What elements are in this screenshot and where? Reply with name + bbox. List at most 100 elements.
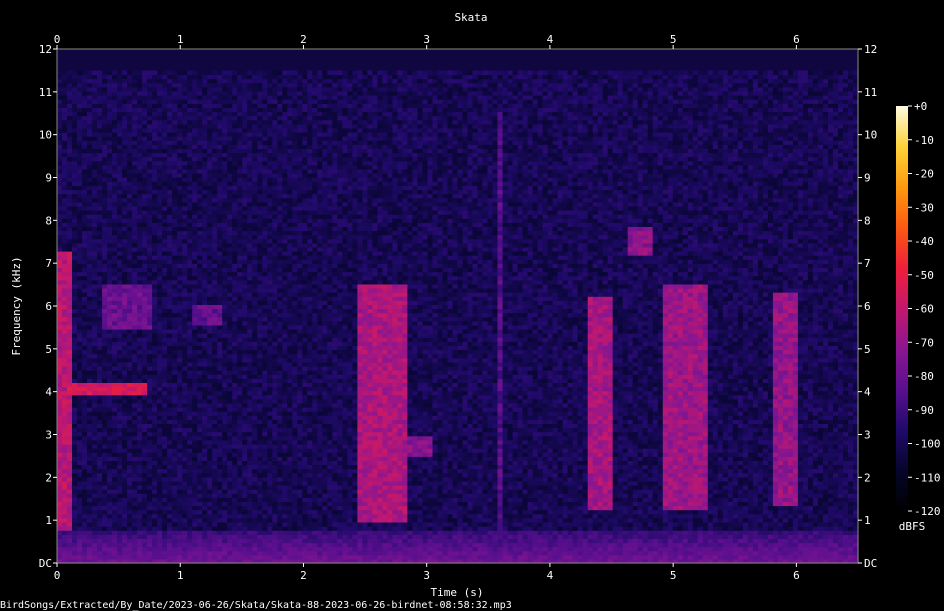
spectrogram-cell	[222, 554, 228, 560]
spectrogram-cell	[222, 300, 228, 305]
spectrogram-cell	[237, 444, 243, 449]
spectrogram-cell	[157, 115, 163, 121]
spectrogram-cell	[207, 333, 213, 338]
spectrogram-cell	[172, 288, 178, 293]
spectrogram-cell	[212, 419, 218, 424]
spectrogram-cell	[107, 378, 113, 383]
spectrogram-cell	[102, 152, 108, 158]
spectrogram-cell	[262, 485, 268, 490]
spectrogram-cell	[212, 99, 218, 104]
spectrogram-cell	[92, 74, 98, 80]
spectrogram-cell	[72, 476, 78, 482]
spectrogram-cell	[197, 472, 203, 478]
spectrogram-cell	[122, 111, 128, 117]
spectrogram-cell	[137, 197, 143, 203]
spectrogram-cell	[62, 386, 68, 392]
spectrogram-cell	[142, 185, 148, 191]
spectrogram-cell	[242, 251, 248, 256]
spectrogram-cell	[77, 279, 83, 285]
spectrogram-cell	[102, 390, 108, 396]
spectrogram-cell	[87, 251, 93, 256]
spectrogram-cell	[77, 390, 83, 396]
spectrogram-cell	[132, 370, 138, 375]
spectrogram-cell	[232, 271, 238, 277]
spectrogram-cell	[222, 407, 228, 412]
spectrogram-cell	[117, 86, 123, 92]
spectrogram-cell	[197, 152, 203, 158]
spectrogram-cell	[92, 513, 98, 519]
spectrogram-cell	[262, 345, 268, 351]
spectrogram-cell	[172, 238, 178, 244]
spectrogram-cell	[232, 238, 238, 244]
spectrogram-cell	[167, 214, 173, 219]
spectrogram-cell	[107, 242, 113, 248]
spectrogram-cell	[252, 111, 258, 117]
spectrogram-cell	[57, 283, 63, 289]
spectrogram-cell	[62, 526, 68, 531]
spectrogram-cell	[67, 497, 73, 502]
spectrogram-cell	[132, 189, 138, 195]
spectrogram-cell	[147, 464, 153, 470]
spectrogram-cell	[192, 82, 198, 88]
spectrogram-cell	[62, 74, 68, 80]
spectrogram-cell	[62, 107, 68, 113]
spectrogram-cell	[97, 123, 103, 129]
spectrogram-cell	[92, 103, 98, 108]
spectrogram-cell	[147, 505, 153, 511]
spectrogram-cell	[147, 259, 153, 264]
spectrogram-cell	[182, 288, 188, 293]
spectrogram-cell	[72, 246, 78, 252]
spectrogram-cell	[212, 70, 218, 76]
spectrogram-cell	[62, 444, 68, 449]
spectrogram-cell	[262, 304, 268, 310]
spectrogram-cell	[122, 468, 128, 474]
spectrogram-cell	[252, 452, 258, 457]
spectrogram-cell	[87, 324, 93, 330]
spectrogram-cell	[117, 460, 123, 466]
spectrogram-cell	[122, 530, 128, 535]
spectrogram-cell	[177, 341, 183, 346]
spectrogram-cell	[197, 423, 203, 429]
spectrogram-cell	[182, 246, 188, 252]
spectrogram-cell	[172, 464, 178, 470]
spectrogram-cell	[142, 374, 148, 379]
spectrogram-cell	[122, 456, 128, 461]
spectrogram-cell	[127, 320, 133, 326]
spectrogram-cell	[127, 522, 133, 527]
spectrogram-cell	[172, 99, 178, 104]
spectrogram-cell	[102, 197, 108, 203]
spectrogram-cell	[77, 246, 83, 252]
spectrogram-cell	[227, 246, 233, 252]
spectrogram-cell	[252, 329, 258, 334]
spectrogram-cell	[57, 288, 63, 293]
spectrogram-cell	[107, 542, 113, 548]
spectrogram-cell	[87, 538, 93, 544]
spectrogram-cell	[207, 431, 213, 437]
spectrogram-cell	[202, 468, 208, 474]
spectrogram-cell	[67, 378, 73, 383]
spectrogram-cell	[172, 378, 178, 383]
spectrogram-cell	[137, 534, 143, 539]
spectrogram-cell	[242, 497, 248, 502]
spectrogram-cell	[257, 296, 263, 301]
spectrogram-cell	[227, 197, 233, 203]
spectrogram-cell	[82, 214, 88, 219]
spectrogram-cell	[77, 398, 83, 404]
spectrogram-cell	[137, 279, 143, 285]
spectrogram-cell	[242, 197, 248, 203]
spectrogram-cell	[97, 472, 103, 478]
spectrogram-cell	[117, 493, 123, 498]
spectrogram-cell	[97, 156, 103, 162]
spectrogram-cell	[197, 279, 203, 285]
spectrogram-cell	[92, 70, 98, 76]
spectrogram-cell	[92, 517, 98, 523]
spectrogram-cell	[227, 452, 233, 457]
spectrogram-cell	[62, 242, 68, 248]
spectrogram-cell	[257, 140, 263, 145]
spectrogram-cell	[257, 111, 263, 117]
spectrogram-cell	[242, 542, 248, 548]
spectrogram-cell	[132, 160, 138, 166]
spectrogram-cell	[112, 205, 118, 211]
spectrogram-cell	[192, 550, 198, 556]
spectrogram-cell	[232, 489, 238, 494]
